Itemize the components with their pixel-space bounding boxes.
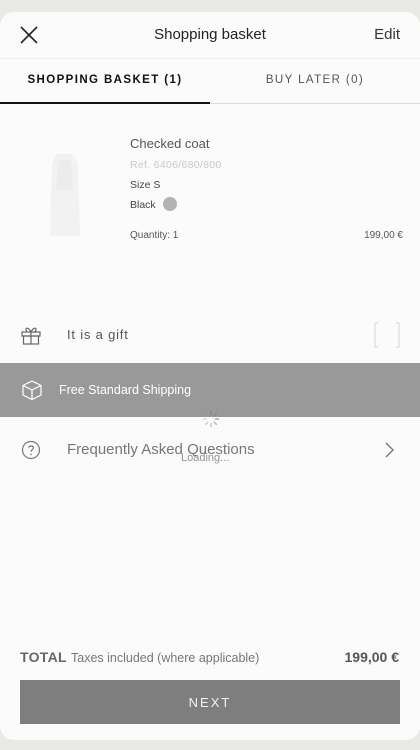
gift-checkbox[interactable] (374, 322, 400, 348)
next-button[interactable]: NEXT (20, 680, 400, 724)
product-reference: Ref. 6406/680/800 (130, 159, 222, 171)
product-name[interactable]: Checked coat (130, 136, 210, 151)
color-swatch (163, 197, 177, 211)
page-title: Shopping basket (154, 26, 266, 43)
total-label: TOTAL (20, 649, 67, 665)
product-price: 199,00 € (364, 230, 403, 241)
loading-spinner-icon (202, 410, 220, 428)
edit-button[interactable]: Edit (374, 26, 400, 43)
tab-buy-later[interactable]: BUY LATER (0) (210, 59, 420, 102)
gift-label: It is a gift (67, 327, 129, 342)
free-shipping-label: Free Standard Shipping (59, 383, 192, 397)
chevron-right-icon (385, 442, 394, 458)
gift-option[interactable]: It is a gift (0, 308, 420, 362)
faq-link[interactable]: Frequently Asked Questions (0, 423, 420, 475)
header: Shopping basket Edit (0, 12, 420, 58)
total-price: 199,00 € (344, 649, 400, 665)
gift-icon (21, 327, 41, 345)
question-circle-icon (21, 440, 41, 460)
basket-item[interactable]: Checked coat Ref. 6406/680/800 Size S Bl… (0, 112, 420, 262)
product-color-name: Black (130, 199, 156, 211)
loading-text: Loading... (181, 452, 230, 464)
screen-frame: Shopping basket Edit SHOPPING BASKET (1)… (0, 12, 420, 740)
tab-bar: SHOPPING BASKET (1) BUY LATER (0) (0, 58, 420, 104)
free-shipping-banner: Free Standard Shipping (0, 363, 420, 417)
product-size: Size S (130, 179, 161, 191)
order-total: TOTAL Taxes included (where applicable) … (0, 649, 420, 671)
tax-note: Taxes included (where applicable) (71, 651, 260, 665)
tab-shopping-basket[interactable]: SHOPPING BASKET (1) (0, 59, 210, 104)
box-icon (22, 380, 42, 401)
product-image (50, 154, 80, 236)
product-quantity[interactable]: Quantity: 1 (130, 230, 178, 241)
